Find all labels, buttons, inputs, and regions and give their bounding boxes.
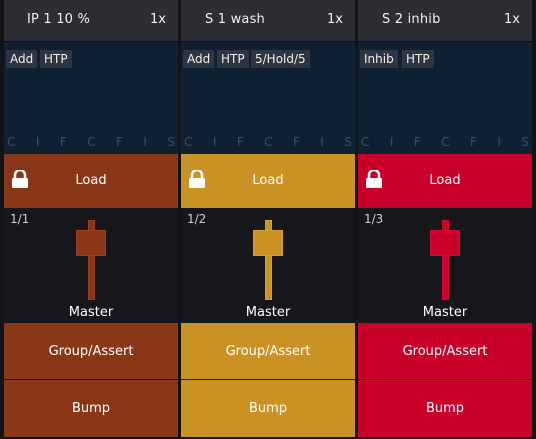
fader-3: S 2 inhib 1x Inhib HTP C I F C F I S Loa… bbox=[358, 0, 532, 439]
channel-f: F bbox=[59, 135, 67, 149]
bump-label: Bump bbox=[248, 401, 288, 416]
channel-f2: F bbox=[292, 135, 300, 149]
bump-label: Bump bbox=[71, 401, 111, 416]
fader-body: 1/3 Master bbox=[358, 208, 532, 322]
prop-tag: Add bbox=[183, 50, 215, 68]
bump-button[interactable]: Bump bbox=[358, 380, 532, 437]
channel-c: C bbox=[7, 135, 16, 149]
properties-area: Add HTP 5/Hold/5 C I F C F I S bbox=[181, 42, 355, 154]
properties-area: Inhib HTP C I F C F I S bbox=[358, 42, 532, 154]
channel-f: F bbox=[236, 135, 244, 149]
channel-c: C bbox=[184, 135, 193, 149]
master-label: Master bbox=[422, 305, 468, 320]
group-assert-label: Group/Assert bbox=[48, 344, 134, 359]
channel-c2: C bbox=[441, 135, 450, 149]
fader-panel: IP 1 10 % 1x Add HTP C I F C F I S Load bbox=[0, 0, 536, 439]
channel-s: S bbox=[167, 135, 175, 149]
fader-title-bar[interactable]: IP 1 10 % 1x bbox=[4, 0, 178, 42]
master-label: Master bbox=[245, 305, 291, 320]
load-button[interactable]: Load bbox=[358, 154, 532, 208]
channel-i: I bbox=[389, 135, 394, 149]
channel-i2: I bbox=[320, 135, 324, 149]
fader-handle[interactable] bbox=[76, 230, 106, 256]
group-assert-button[interactable]: Group/Assert bbox=[4, 323, 178, 379]
channel-c: C bbox=[361, 135, 370, 149]
channel-c2: C bbox=[264, 135, 273, 149]
fader-handle[interactable] bbox=[430, 230, 460, 256]
channel-f2: F bbox=[115, 135, 123, 149]
rate-label[interactable]: 1x bbox=[504, 12, 520, 27]
bump-label: Bump bbox=[425, 401, 465, 416]
channel-legend: C I F C F I S bbox=[4, 135, 178, 151]
channel-s: S bbox=[521, 135, 529, 149]
fader-index: 1/2 bbox=[187, 212, 207, 226]
group-assert-button[interactable]: Group/Assert bbox=[358, 323, 532, 379]
properties-area: Add HTP C I F C F I S bbox=[4, 42, 178, 154]
load-label: Load bbox=[429, 173, 461, 188]
prop-tag: Inhib bbox=[360, 50, 398, 68]
fader-2: S 1 wash 1x Add HTP 5/Hold/5 C I F C F I… bbox=[181, 0, 355, 439]
bump-button[interactable]: Bump bbox=[181, 380, 355, 437]
bump-button[interactable]: Bump bbox=[4, 380, 178, 437]
rate-label[interactable]: 1x bbox=[327, 12, 343, 27]
load-label: Load bbox=[75, 173, 107, 188]
fader-title-bar[interactable]: S 1 wash 1x bbox=[181, 0, 355, 42]
channel-c2: C bbox=[87, 135, 96, 149]
group-assert-label: Group/Assert bbox=[402, 344, 488, 359]
rate-label[interactable]: 1x bbox=[150, 12, 166, 27]
prop-tag: HTP bbox=[402, 50, 434, 68]
load-label: Load bbox=[252, 173, 284, 188]
channel-legend: C I F C F I S bbox=[181, 135, 355, 151]
group-assert-button[interactable]: Group/Assert bbox=[181, 323, 355, 379]
channel-i: I bbox=[212, 135, 217, 149]
prop-tag: Add bbox=[6, 50, 38, 68]
load-button[interactable]: Load bbox=[4, 154, 178, 208]
fader-body: 1/1 Master bbox=[4, 208, 178, 322]
channel-f2: F bbox=[469, 135, 477, 149]
fader-title: S 1 wash bbox=[205, 12, 265, 27]
channel-i: I bbox=[35, 135, 40, 149]
fader-index: 1/3 bbox=[364, 212, 384, 226]
channel-i2: I bbox=[497, 135, 501, 149]
fader-title: S 2 inhib bbox=[382, 12, 441, 27]
prop-tag: HTP bbox=[217, 50, 249, 68]
channel-legend: C I F C F I S bbox=[358, 135, 532, 151]
channel-f: F bbox=[413, 135, 421, 149]
channel-s: S bbox=[344, 135, 352, 149]
prop-tag: HTP bbox=[40, 50, 72, 68]
fader-body: 1/2 Master bbox=[181, 208, 355, 322]
fader-1: IP 1 10 % 1x Add HTP C I F C F I S Load bbox=[4, 0, 178, 439]
master-label: Master bbox=[68, 305, 114, 320]
load-button[interactable]: Load bbox=[181, 154, 355, 208]
fader-title-bar[interactable]: S 2 inhib 1x bbox=[358, 0, 532, 42]
group-assert-label: Group/Assert bbox=[225, 344, 311, 359]
channel-i2: I bbox=[143, 135, 147, 149]
prop-tag: 5/Hold/5 bbox=[251, 50, 310, 68]
fader-index: 1/1 bbox=[10, 212, 30, 226]
fader-title: IP 1 10 % bbox=[27, 12, 91, 27]
fader-handle[interactable] bbox=[253, 230, 283, 256]
